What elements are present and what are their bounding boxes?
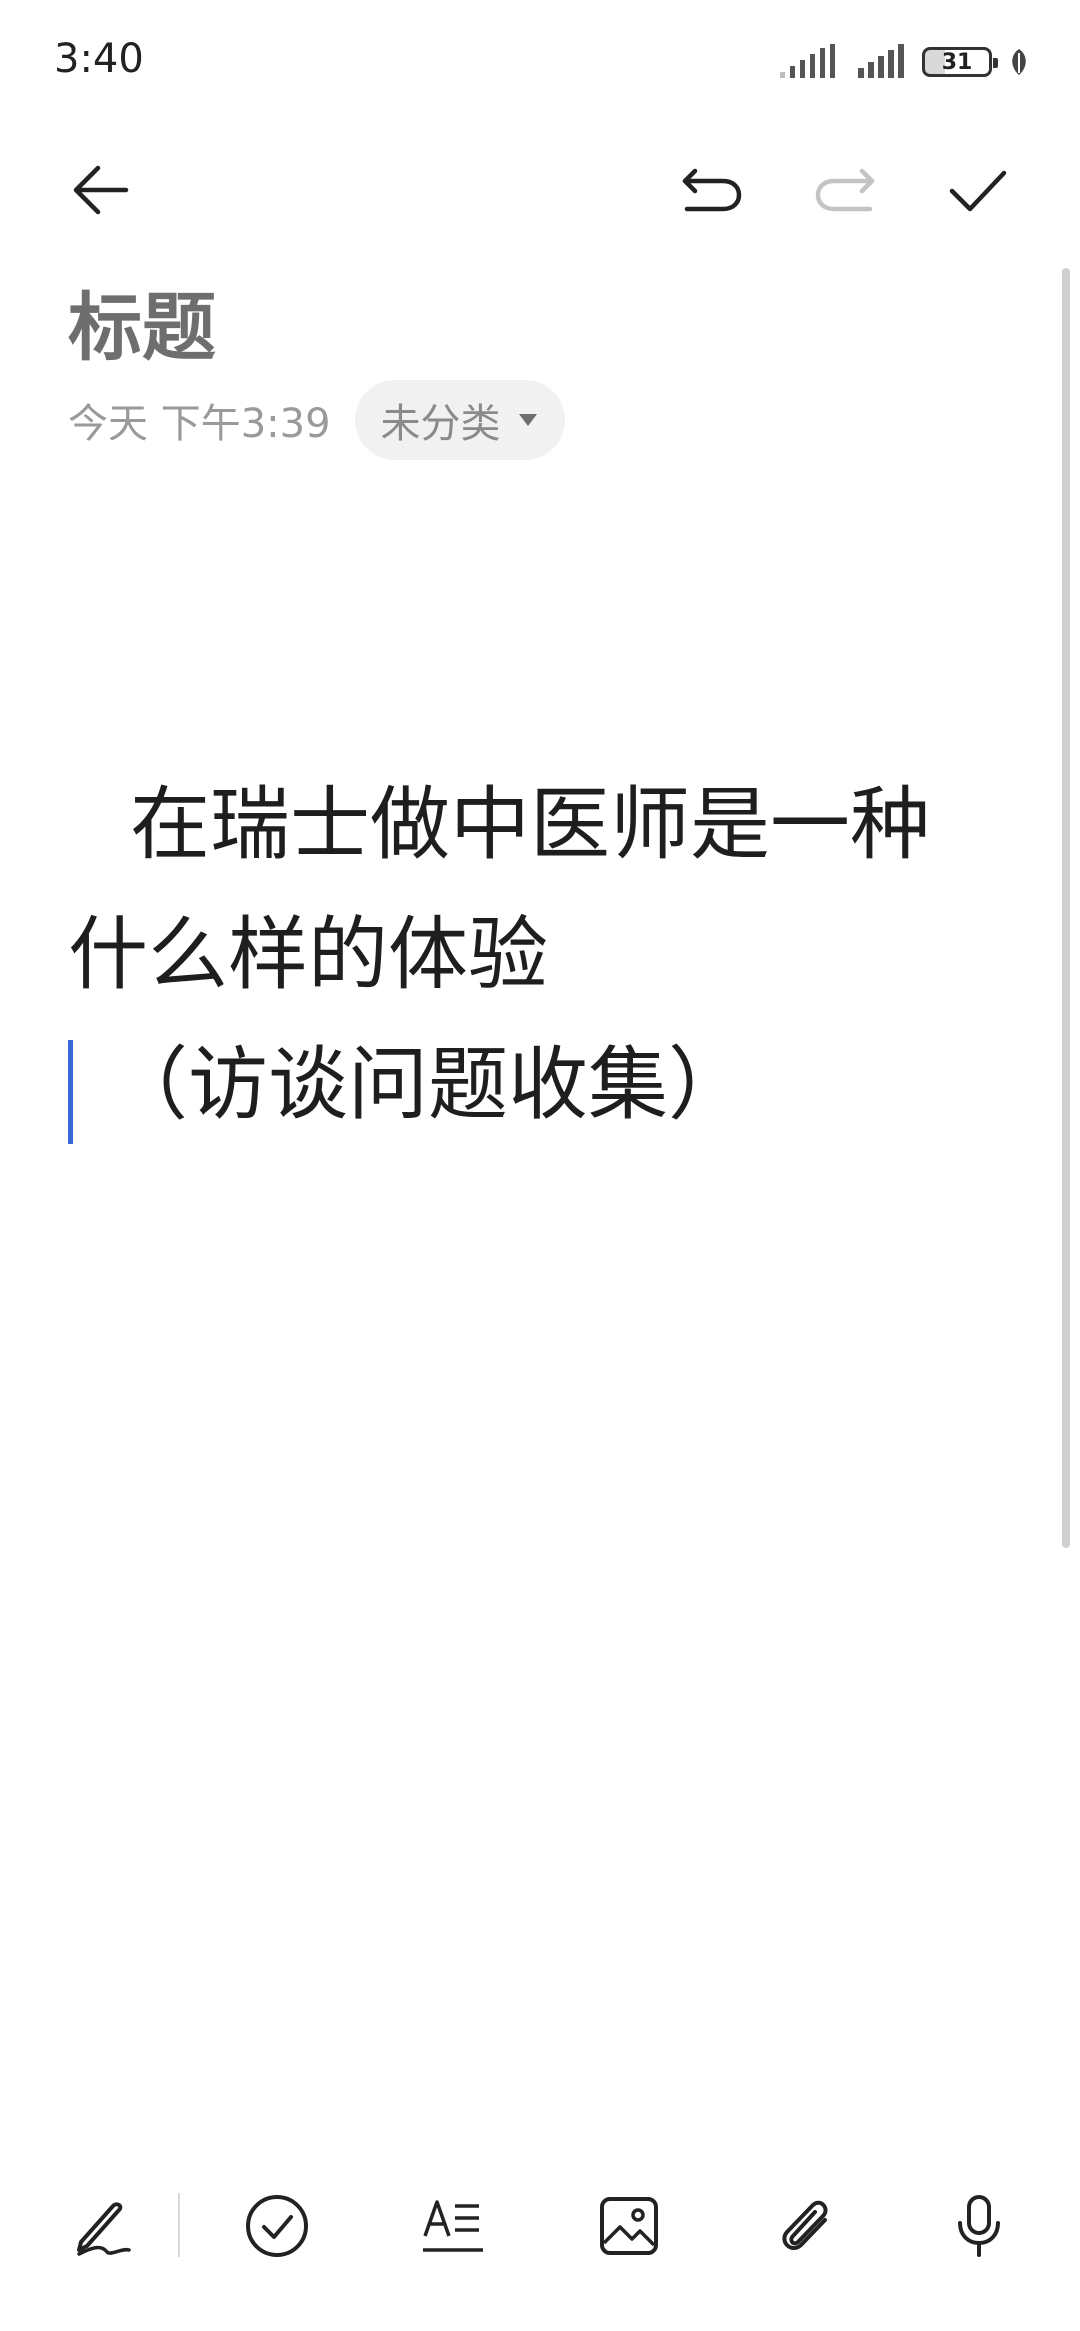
redo-button[interactable] bbox=[805, 150, 885, 230]
scrollbar[interactable] bbox=[1062, 268, 1070, 1548]
body-line-text: （访谈问题收集） bbox=[108, 1038, 748, 1131]
body-line-current: （访谈问题收集） bbox=[68, 1020, 988, 1150]
category-label: 未分类 bbox=[380, 401, 501, 447]
check-circle-icon bbox=[246, 2195, 308, 2257]
text-format-button[interactable] bbox=[408, 2181, 498, 2271]
attachment-icon bbox=[782, 2200, 828, 2251]
leaf-icon bbox=[1008, 47, 1030, 77]
caret-down-icon bbox=[518, 414, 537, 426]
back-button[interactable] bbox=[60, 150, 140, 230]
checklist-button[interactable] bbox=[232, 2181, 322, 2271]
undo-icon bbox=[682, 168, 742, 212]
note-editor-screen: 3:40 31 标题 今天 下午3:39 未分类 在瑞士做中医师是一种 什么样的… bbox=[0, 0, 1080, 2331]
save-button[interactable] bbox=[938, 150, 1018, 230]
note-meta: 今天 下午3:39 未分类 bbox=[68, 380, 565, 460]
undo-button[interactable] bbox=[672, 150, 752, 230]
text-format-icon bbox=[423, 2200, 483, 2252]
note-body-editor[interactable]: 在瑞士做中医师是一种 什么样的体验 （访谈问题收集） bbox=[68, 760, 988, 1150]
voice-input-button[interactable] bbox=[934, 2181, 1024, 2271]
signal-icon bbox=[858, 44, 906, 80]
insert-image-button[interactable] bbox=[584, 2181, 674, 2271]
category-dropdown[interactable]: 未分类 bbox=[354, 380, 565, 460]
checkmark-icon bbox=[949, 170, 1007, 212]
battery-icon: 31 bbox=[922, 47, 998, 77]
toolbar-divider bbox=[178, 2193, 180, 2257]
editor-toolbar bbox=[0, 150, 1080, 230]
handwriting-button[interactable] bbox=[58, 2181, 148, 2271]
bottom-toolbar bbox=[0, 2171, 1080, 2331]
note-date: 今天 下午3:39 bbox=[68, 401, 331, 447]
status-bar: 3:40 31 bbox=[0, 0, 1080, 120]
body-line: 什么样的体验 bbox=[68, 908, 548, 1001]
status-icons: 31 bbox=[780, 44, 1030, 80]
text-cursor bbox=[68, 1040, 73, 1144]
redo-icon bbox=[815, 168, 875, 212]
status-time: 3:40 bbox=[54, 36, 144, 82]
battery-level: 31 bbox=[941, 49, 973, 75]
signal-weak-icon bbox=[780, 44, 842, 80]
note-title[interactable]: 标题 bbox=[68, 268, 216, 375]
pen-icon bbox=[77, 2202, 131, 2256]
image-icon bbox=[600, 2197, 658, 2255]
back-arrow-icon bbox=[73, 165, 129, 215]
attachment-button[interactable] bbox=[760, 2181, 850, 2271]
microphone-icon bbox=[958, 2195, 1000, 2257]
body-line: 在瑞士做中医师是一种 bbox=[130, 778, 930, 871]
